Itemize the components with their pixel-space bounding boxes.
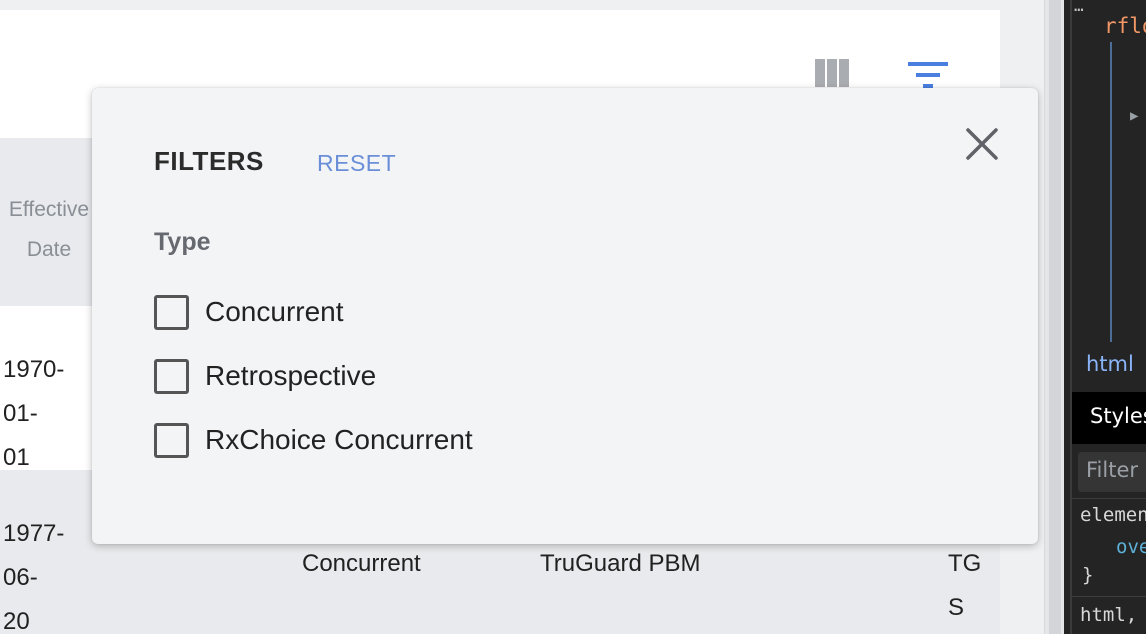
devtools-border — [1070, 0, 1072, 634]
cell-effective-date: 1970-01- 01 — [3, 356, 65, 471]
filter-group-type-label: Type — [154, 228, 211, 256]
styles-filter-placeholder: Filter — [1086, 458, 1139, 482]
filters-panel: FILTERS RESET Type Concurrent Retrospect… — [92, 88, 1038, 544]
app-main: Effective Date 1970-01- 01 1977-06- 20 C… — [0, 0, 1044, 634]
style-rule-selector[interactable]: elemen — [1080, 504, 1146, 526]
devtools-panel: … rflo ▶ html Styles Filter elemen ove }… — [1064, 0, 1146, 634]
filter-option-retrospective[interactable]: Retrospective — [154, 358, 376, 394]
resize-bar[interactable] — [1049, 0, 1061, 634]
reset-button[interactable]: RESET — [317, 150, 396, 177]
style-rule-close: } — [1082, 564, 1094, 586]
close-icon[interactable] — [962, 124, 1002, 164]
divider — [1072, 498, 1146, 499]
checkbox[interactable] — [154, 294, 189, 330]
column-header-effective-date[interactable]: Effective Date — [0, 190, 98, 270]
cell-code: TG S — [948, 550, 982, 621]
filters-title: FILTERS — [154, 146, 264, 176]
option-label: Retrospective — [205, 360, 377, 391]
dom-tree-guide — [1110, 42, 1112, 342]
element-attribute-fragment[interactable]: rflo — [1104, 14, 1146, 38]
filter-option-rxchoice-concurrent[interactable]: RxChoice Concurrent — [154, 422, 473, 458]
checkbox[interactable] — [154, 358, 189, 394]
style-rule-property[interactable]: ove — [1116, 536, 1146, 558]
filter-option-concurrent[interactable]: Concurrent — [154, 294, 344, 330]
cell-effective-date: 1977-06- 20 — [3, 520, 65, 634]
cell-type: Concurrent — [302, 550, 421, 577]
cell-pbm: TruGuard PBM — [540, 550, 701, 577]
breadcrumb-dots[interactable]: … — [1074, 0, 1084, 15]
devtools-resize-handle[interactable] — [1044, 0, 1064, 634]
option-label: Concurrent — [205, 296, 344, 327]
option-label: RxChoice Concurrent — [205, 424, 473, 455]
tab-styles[interactable]: Styles — [1090, 404, 1146, 428]
breadcrumb-html[interactable]: html — [1086, 352, 1134, 376]
expand-triangle-icon[interactable]: ▶ — [1130, 108, 1138, 124]
checkbox[interactable] — [154, 422, 189, 458]
style-rule-selector[interactable]: html, — [1080, 604, 1137, 626]
divider — [1072, 596, 1146, 597]
